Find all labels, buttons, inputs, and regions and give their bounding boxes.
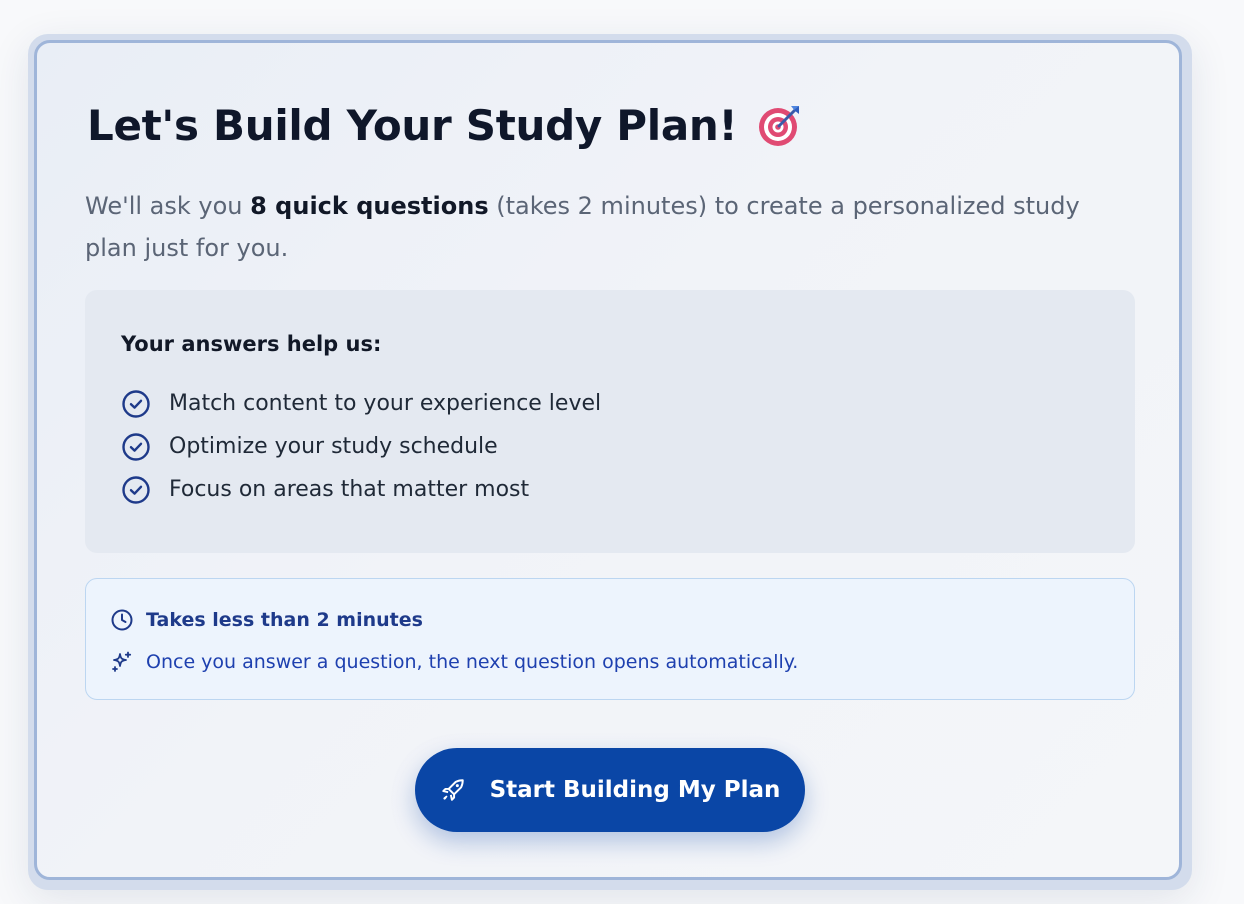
benefits-panel: Your answers help us: Match content to y…: [85, 290, 1135, 553]
check-circle-icon: [121, 389, 151, 419]
onboarding-card: Let's Build Your Study Plan! We'll ask y…: [34, 40, 1182, 880]
auto-advance-row: Once you answer a question, the next que…: [110, 647, 1110, 677]
check-circle-icon: [121, 432, 151, 462]
rocket-icon: [440, 777, 466, 803]
start-building-label: Start Building My Plan: [489, 777, 781, 803]
list-item: Focus on areas that matter most: [121, 464, 1099, 515]
clock-icon: [110, 608, 134, 632]
intro-text: We'll ask you 8 quick questions (takes 2…: [85, 185, 1125, 269]
benefits-heading: Your answers help us:: [121, 332, 382, 356]
title-row: Let's Build Your Study Plan!: [87, 97, 803, 153]
benefit-label: Match content to your experience level: [169, 391, 602, 416]
check-circle-icon: [121, 475, 151, 505]
benefit-label: Focus on areas that matter most: [169, 477, 530, 502]
page-title: Let's Build Your Study Plan!: [87, 100, 738, 150]
benefit-label: Optimize your study schedule: [169, 434, 498, 459]
auto-advance-label: Once you answer a question, the next que…: [146, 651, 799, 673]
benefits-list: Match content to your experience level O…: [121, 378, 1099, 515]
target-dart-icon: [757, 102, 803, 148]
info-box: Takes less than 2 minutes Once you answe…: [85, 578, 1135, 700]
intro-emphasis: 8 quick questions: [250, 192, 489, 220]
time-estimate-row: Takes less than 2 minutes: [110, 605, 1110, 635]
time-estimate-label: Takes less than 2 minutes: [146, 609, 423, 631]
intro-prefix: We'll ask you: [85, 192, 251, 220]
start-building-button[interactable]: Start Building My Plan: [415, 748, 805, 832]
sparkles-icon: [110, 650, 134, 674]
